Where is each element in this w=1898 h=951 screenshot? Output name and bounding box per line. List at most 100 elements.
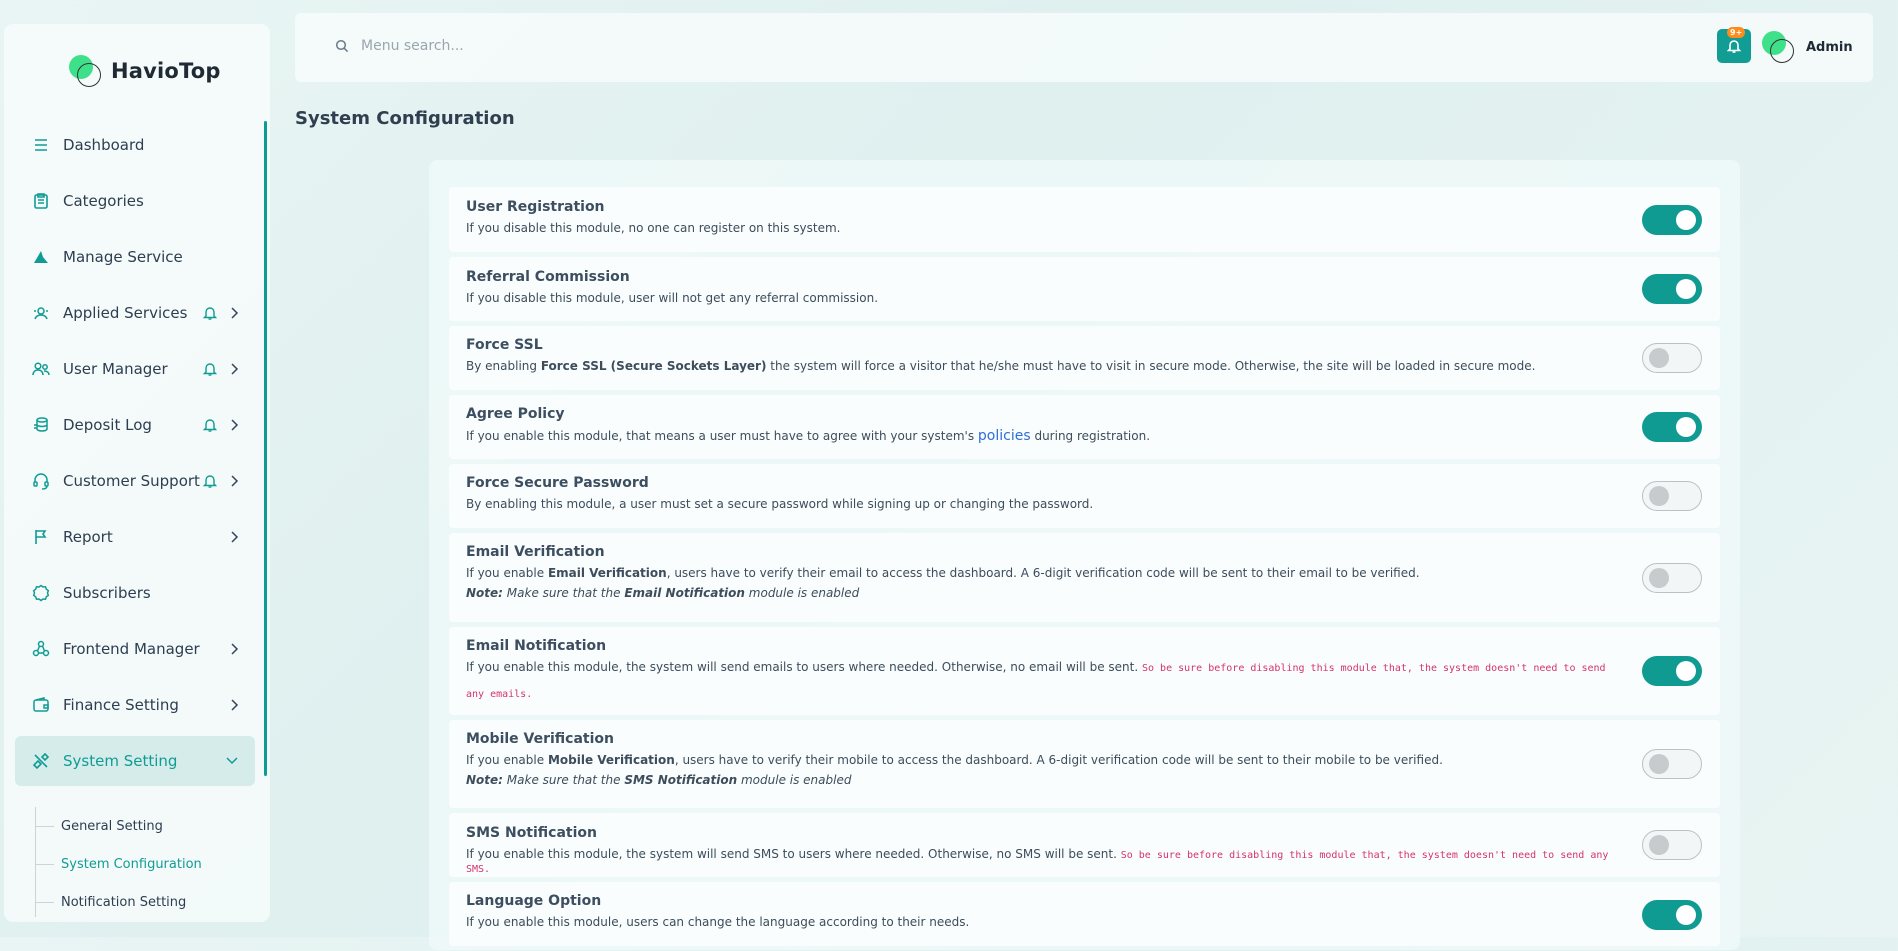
config-title: Agree Policy xyxy=(466,406,565,422)
search-icon xyxy=(335,39,349,53)
sidebar-item-label: Manage Service xyxy=(63,248,183,266)
search-input[interactable] xyxy=(359,37,763,55)
config-row-force-secure-password: Force Secure Password By enabling this m… xyxy=(449,464,1720,528)
config-title: Mobile Verification xyxy=(466,731,615,747)
sidebar-item-label: User Manager xyxy=(63,360,168,378)
chevron-right-icon xyxy=(231,643,239,655)
config-description: If you enable Mobile Verification, users… xyxy=(466,753,1443,767)
sidebar-item-label: Dashboard xyxy=(63,136,145,154)
sidebar-item-dashboard[interactable]: Dashboard xyxy=(15,120,255,170)
sidebar-item-subscribers[interactable]: Subscribers xyxy=(15,568,255,618)
user-name[interactable]: Admin xyxy=(1806,40,1853,55)
toggle-switch[interactable] xyxy=(1642,274,1702,304)
config-row-email-notification: Email Notification If you enable this mo… xyxy=(449,627,1720,715)
config-row-language-option: Language Option If you enable this modul… xyxy=(449,882,1720,946)
config-row-email-verification: Email Verification If you enable Email V… xyxy=(449,533,1720,622)
sidebar-nav: Dashboard Categories Manage Service Appl… xyxy=(15,120,255,792)
tools-icon xyxy=(31,751,51,771)
policies-link[interactable]: policies xyxy=(978,428,1031,444)
sidebar-item-system-setting[interactable]: System Setting xyxy=(15,736,255,786)
toggle-switch[interactable] xyxy=(1642,481,1702,511)
config-title: Force SSL xyxy=(466,337,543,353)
nodes-icon xyxy=(31,639,51,659)
menu-search xyxy=(335,37,763,55)
config-title: Force Secure Password xyxy=(466,475,649,491)
bell-icon xyxy=(203,475,217,488)
config-description: If you enable this module, users can cha… xyxy=(466,915,970,929)
topbar: 9+ Admin xyxy=(295,13,1873,82)
config-list: User Registration If you disable this mo… xyxy=(449,187,1720,951)
config-row-user-registration: User Registration If you disable this mo… xyxy=(449,187,1720,252)
wallet-icon xyxy=(31,695,51,715)
sidebar-item-label: Finance Setting xyxy=(63,696,179,714)
applied-services-icon xyxy=(31,303,51,323)
dashboard-icon xyxy=(31,135,51,155)
chevron-right-icon xyxy=(231,531,239,543)
chevron-down-icon xyxy=(226,757,238,765)
sidebar-item-finance-setting[interactable]: Finance Setting xyxy=(15,680,255,730)
sidebar-item-label: Applied Services xyxy=(63,304,188,322)
config-description: By enabling Force SSL (Secure Sockets La… xyxy=(466,359,1536,373)
chevron-right-icon xyxy=(231,475,239,487)
toggle-switch[interactable] xyxy=(1642,830,1702,860)
config-title: Email Notification xyxy=(466,638,607,654)
toggle-switch[interactable] xyxy=(1642,412,1702,442)
sidebar-item-frontend-manager[interactable]: Frontend Manager xyxy=(15,624,255,674)
config-description: If you enable this module, the system wi… xyxy=(466,847,1609,875)
sidebar-item-label: System Setting xyxy=(63,752,178,770)
config-row-referral-commission: Referral Commission If you disable this … xyxy=(449,257,1720,321)
brand-logo xyxy=(67,53,103,89)
sidebar-item-label: Frontend Manager xyxy=(63,640,200,658)
sidebar-item-categories[interactable]: Categories xyxy=(15,176,255,226)
system-setting-submenu: General Setting System Configuration Not… xyxy=(35,807,236,917)
config-row-force-ssl: Force SSL By enabling Force SSL (Secure … xyxy=(449,326,1720,390)
config-note: Note: Make sure that the Email Notificat… xyxy=(466,586,860,600)
notification-badge: 9+ xyxy=(1727,27,1746,38)
config-description: If you disable this module, user will no… xyxy=(466,291,879,305)
flag-icon xyxy=(31,527,51,547)
badge-icon xyxy=(31,583,51,603)
coins-icon xyxy=(31,415,51,435)
toggle-switch[interactable] xyxy=(1642,749,1702,779)
clipboard-icon xyxy=(31,191,51,211)
sidebar-item-applied-services[interactable]: Applied Services xyxy=(15,288,255,338)
sidebar-item-manage-service[interactable]: Manage Service xyxy=(15,232,255,282)
sidebar-scrollbar[interactable] xyxy=(264,121,267,776)
sidebar-item-customer-support[interactable]: Customer Support xyxy=(15,456,255,506)
sidebar-item-user-manager[interactable]: User Manager xyxy=(15,344,255,394)
config-description: If you disable this module, no one can r… xyxy=(466,221,841,235)
submenu-item-notification-setting[interactable]: Notification Setting xyxy=(36,883,236,921)
avatar[interactable] xyxy=(1760,29,1796,65)
config-row-mobile-verification: Mobile Verification If you enable Mobile… xyxy=(449,720,1720,808)
sidebar-item-label: Customer Support xyxy=(63,472,200,490)
sidebar-item-label: Deposit Log xyxy=(63,416,152,434)
toggle-switch[interactable] xyxy=(1642,656,1702,686)
config-row-agree-policy: Agree Policy If you enable this module, … xyxy=(449,395,1720,459)
toggle-switch[interactable] xyxy=(1642,900,1702,930)
brand[interactable]: HavioTop xyxy=(67,53,221,89)
sidebar-item-label: Categories xyxy=(63,192,144,210)
sidebar-item-label: Subscribers xyxy=(63,584,151,602)
toggle-switch[interactable] xyxy=(1642,205,1702,235)
sidebar: HavioTop Dashboard Categories Manage Ser… xyxy=(5,25,269,921)
sidebar-item-deposit-log[interactable]: Deposit Log xyxy=(15,400,255,450)
toggle-switch[interactable] xyxy=(1642,563,1702,593)
toggle-switch[interactable] xyxy=(1642,343,1702,373)
headset-icon xyxy=(31,471,51,491)
config-card: User Registration If you disable this mo… xyxy=(429,160,1740,950)
config-row-sms-notification: SMS Notification If you enable this modu… xyxy=(449,813,1720,877)
brand-name: HavioTop xyxy=(111,59,221,83)
config-description: If you enable this module, that means a … xyxy=(466,428,1151,444)
bell-icon xyxy=(1727,40,1741,53)
config-title: Referral Commission xyxy=(466,269,630,285)
sidebar-item-label: Report xyxy=(63,528,113,546)
config-note: Note: Make sure that the SMS Notificatio… xyxy=(466,773,852,787)
config-description: By enabling this module, a user must set… xyxy=(466,497,1094,511)
config-title: SMS Notification xyxy=(466,825,597,841)
bell-icon xyxy=(203,363,217,376)
submenu-item-general-setting[interactable]: General Setting xyxy=(36,807,236,845)
sidebar-item-report[interactable]: Report xyxy=(15,512,255,562)
config-description: If you enable this module, the system wi… xyxy=(466,660,1606,700)
submenu-item-system-configuration[interactable]: System Configuration xyxy=(36,845,236,883)
chevron-right-icon xyxy=(231,419,239,431)
